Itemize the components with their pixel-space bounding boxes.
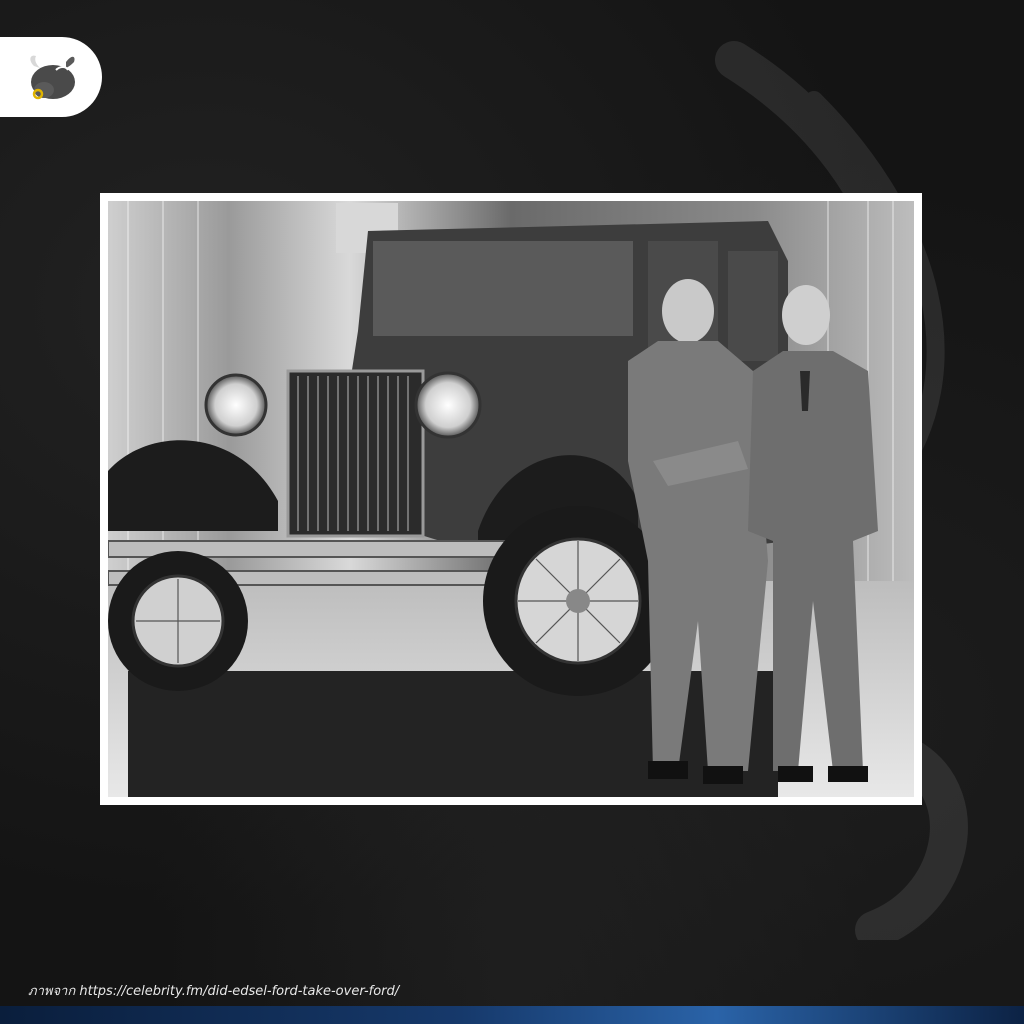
historical-photo <box>108 201 914 797</box>
photo-credit-caption: ภาพจาก https://celebrity.fm/did-edsel-fo… <box>28 984 400 999</box>
brand-logo[interactable] <box>0 37 102 117</box>
photo-frame <box>100 193 922 805</box>
bottom-accent-bar <box>0 1006 1024 1024</box>
bull-logo-icon <box>30 55 75 100</box>
